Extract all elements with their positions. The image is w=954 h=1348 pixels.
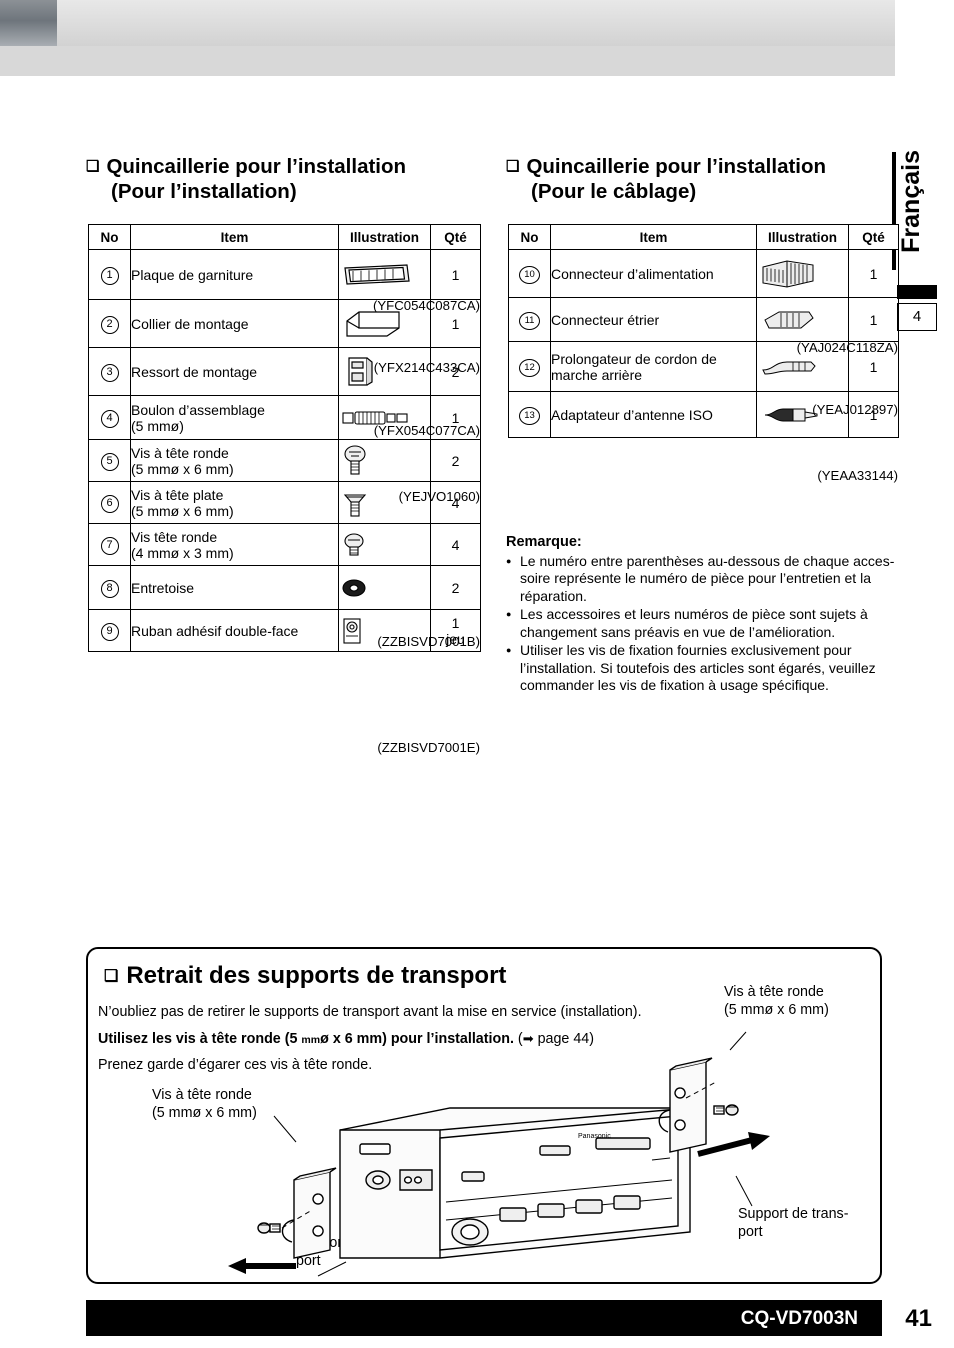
row-qty: 4 <box>430 523 481 566</box>
row-qty: 1 <box>430 249 481 300</box>
row-no: 7 <box>88 523 131 566</box>
chapter-marker-block <box>897 285 937 299</box>
remark-block: Remarque: Le numéro entre parenthèses au… <box>506 534 906 695</box>
row-qty: 1 <box>848 249 899 298</box>
part-number: (ZZBISVD7001E) <box>377 740 480 755</box>
col-no: No <box>508 224 551 250</box>
header-corner-block <box>0 0 57 46</box>
row-no: 10 <box>508 249 551 298</box>
square-bullet-icon: ❏ <box>104 968 119 985</box>
col-item: Item <box>130 224 339 250</box>
power-connector-icon <box>756 249 849 298</box>
row-qty: 2 <box>430 439 481 482</box>
remark-title: Remarque: <box>506 534 582 550</box>
table-row: 7 Vis tête ronde (4 mmø x 3 mm) 4 <box>88 523 481 566</box>
col-qte: Qté <box>430 224 481 250</box>
part-number: (YFC054C087CA) <box>372 298 480 313</box>
row-item: Plaque de garniture <box>130 249 339 300</box>
section-heading-install: ❏ Quincaillerie pour l’installation (Pour… <box>86 155 407 203</box>
spacer-icon <box>338 565 431 610</box>
col-item: Item <box>550 224 757 250</box>
col-qte: Qté <box>848 224 899 250</box>
document-page: Français 4 ❏ Quincaillerie pour l’install… <box>0 0 954 1348</box>
table-row: 1 Plaque de garniture 1 <box>88 249 481 300</box>
trim-plate-icon <box>338 249 431 300</box>
square-bullet-icon: ❏ <box>86 158 100 175</box>
part-number: (YEJVO1060) <box>398 489 480 504</box>
round-head-screw-icon <box>338 439 431 482</box>
row-no: 2 <box>88 299 131 348</box>
col-illustration: Illustration <box>338 224 431 250</box>
list-item: Les accessoires et leurs numéros de pièc… <box>506 606 906 641</box>
page-number: 41 <box>905 1305 932 1332</box>
part-number: (ZZBISVD7001B) <box>377 634 480 649</box>
row-no: 5 <box>88 439 131 482</box>
part-number: (YAJ024C118ZA) <box>796 340 898 355</box>
row-qty: 2 <box>430 565 481 610</box>
row-no: 3 <box>88 347 131 396</box>
row-no: 6 <box>88 481 131 524</box>
model-name: CQ-VD7003N <box>740 1308 858 1329</box>
section-heading-wiring: ❏ Quincaillerie pour l’installation (Pour… <box>506 155 827 203</box>
round-head-screw-small-icon <box>338 523 431 566</box>
row-qty: 1 <box>848 297 899 342</box>
row-no: 8 <box>88 565 131 610</box>
remark-list: Le numéro entre parenthèses au-dessous d… <box>506 553 906 695</box>
row-no: 1 <box>88 249 131 300</box>
row-no: 13 <box>508 391 551 438</box>
table-row: 5 Vis à tête ronde (5 mmø x 6 mm) 2 <box>88 439 481 482</box>
part-number: (YEAA33144) <box>817 468 898 483</box>
table-row: 11 Connecteur étrier 1 <box>508 297 899 342</box>
transport-bracket-illustration: Panasonic <box>200 1020 820 1290</box>
header-gradient-band <box>57 0 895 46</box>
stirrup-connector-icon <box>756 297 849 342</box>
table-header-row: No Item Illustration Qté <box>88 224 481 250</box>
row-no: 4 <box>88 395 131 440</box>
part-number: (YFX054C077CA) <box>373 423 480 438</box>
col-no: No <box>88 224 131 250</box>
row-item: Vis à tête ronde (5 mmø x 6 mm) <box>130 439 339 482</box>
row-item: Connecteur d’alimentation <box>550 249 757 298</box>
row-item: Connecteur étrier <box>550 297 757 342</box>
label-screw-right: Vis à tête ronde (5 mmø x 6 mm) <box>724 984 829 1018</box>
row-item: Entretoise <box>130 565 339 610</box>
row-no: 12 <box>508 341 551 392</box>
table-row: 10 Connecteur d’alimentation 1 <box>508 249 899 298</box>
table-header-row: No Item Illustration Qté <box>508 224 899 250</box>
install-accessories-table: No Item Illustration Qté 1 Plaque de gar… <box>88 224 481 652</box>
transport-title: ❏ Retrait des supports de transport <box>104 962 507 989</box>
chapter-number: 4 <box>897 303 937 331</box>
list-item: Le numéro entre parenthèses au-dessous d… <box>506 553 906 606</box>
col-illustration: Illustration <box>756 224 849 250</box>
part-number: (YEAJ012897) <box>812 402 898 417</box>
row-no: 11 <box>508 297 551 342</box>
part-number: (YFX214C433CA) <box>373 360 480 375</box>
svg-text:Panasonic: Panasonic <box>578 1133 611 1140</box>
table-row: 8 Entretoise 2 <box>88 565 481 610</box>
row-item: Vis tête ronde (4 mmø x 3 mm) <box>130 523 339 566</box>
row-no: 9 <box>88 609 131 652</box>
list-item: Utiliser les vis de fixation fournies ex… <box>506 642 906 695</box>
square-bullet-icon: ❏ <box>506 158 520 175</box>
